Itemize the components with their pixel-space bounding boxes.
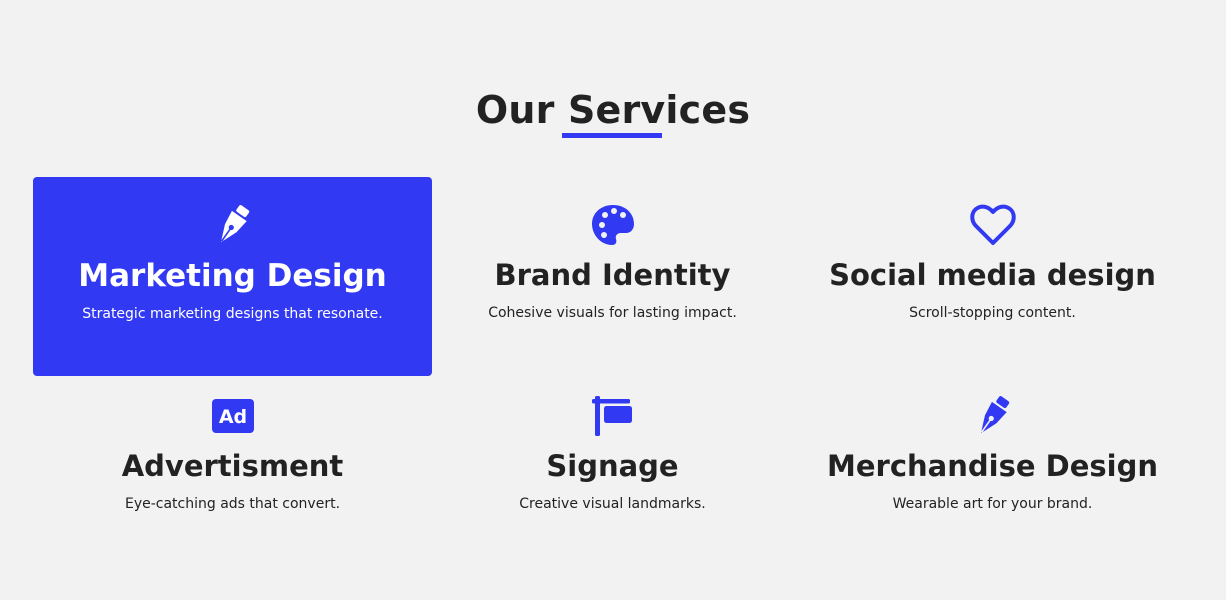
service-description: Wearable art for your brand. <box>892 496 1093 512</box>
section-header: Our Services <box>0 84 1226 136</box>
service-description: Eye-catching ads that convert. <box>124 496 341 512</box>
service-description: Strategic marketing designs that resonat… <box>82 306 383 322</box>
service-card-marketing-design[interactable]: Marketing Design Strategic marketing des… <box>33 177 432 376</box>
service-name: Brand Identity <box>494 258 731 292</box>
ad-icon: Ad <box>211 399 254 433</box>
services-section: Our Services Marketing Design Strategic … <box>0 0 1226 600</box>
service-name: Advertisment <box>121 449 344 483</box>
service-card-merchandise-design[interactable]: Merchandise Design Wearable art for your… <box>793 376 1192 575</box>
service-description: Creative visual landmarks. <box>519 496 706 512</box>
heart-icon <box>969 204 1016 245</box>
pen-nib-icon <box>220 205 249 243</box>
service-card-brand-identity[interactable]: Brand Identity Cohesive visuals for last… <box>413 177 812 376</box>
service-name: Marketing Design <box>78 258 387 294</box>
service-card-social-media-design[interactable]: Social media design Scroll-stopping cont… <box>793 177 1192 376</box>
pen-nib-icon <box>980 396 1009 434</box>
service-name: Signage <box>546 449 679 483</box>
palette-icon <box>591 205 634 245</box>
sign-icon <box>591 396 632 436</box>
service-card-signage[interactable]: Signage Creative visual landmarks. <box>413 376 812 575</box>
section-title: Our Services <box>475 88 751 132</box>
service-description: Cohesive visuals for lasting impact. <box>488 305 737 321</box>
service-description: Scroll-stopping content. <box>909 305 1076 321</box>
svg-text:Ad: Ad <box>218 406 246 428</box>
title-underline <box>562 133 662 138</box>
service-card-advertisment[interactable]: Ad Advertisment Eye-catching ads that co… <box>33 376 432 575</box>
service-name: Social media design <box>829 258 1156 292</box>
service-name: Merchandise Design <box>827 449 1158 483</box>
